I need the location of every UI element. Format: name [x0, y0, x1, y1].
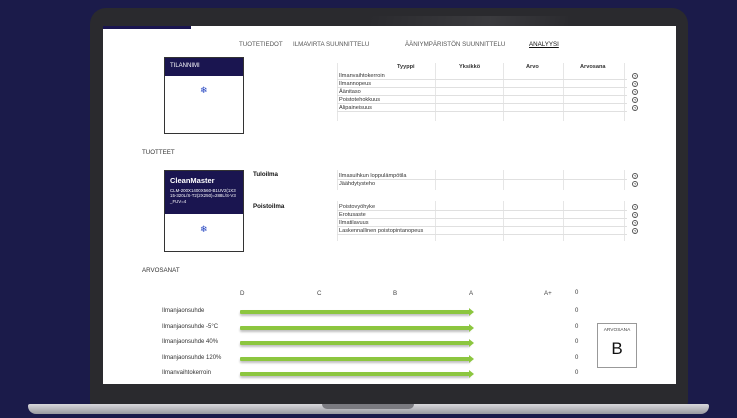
exhaust-air-label: Poistoilma: [253, 203, 285, 210]
table-row: Poistotehokkuus: [337, 96, 627, 104]
snowflake-icon: ❄: [200, 224, 208, 234]
exhaust-table: Poistovyöhyke Erotusaste Ilmatilavuus La…: [337, 201, 627, 241]
tab-acoustic-design[interactable]: ÄÄNIYMPÄRISTÖN SUUNNITTELU: [405, 41, 505, 48]
grade-bar-tip: [469, 339, 474, 347]
grade-row-score: 0: [575, 354, 579, 361]
laptop-notch: [322, 404, 414, 409]
room-card[interactable]: TILANNIMI ❄: [164, 57, 244, 134]
info-icon[interactable]: ?: [632, 212, 638, 218]
grade-bar: [240, 356, 470, 361]
col-unit: Yksikkö: [459, 64, 481, 70]
col-type: Tyyppi: [397, 64, 415, 70]
grade-scale-c: C: [317, 290, 322, 297]
grade-bar-tip: [469, 354, 474, 363]
grade-row-label: Ilmanjaonsuhde 120%: [162, 354, 222, 361]
room-table: Tyyppi Yksikkö Arvo Arvosana Ilmanvaihto…: [337, 63, 627, 121]
top-accent-bar: [103, 26, 191, 29]
info-icon[interactable]: ?: [632, 228, 638, 234]
grade-bar: [240, 341, 470, 345]
info-icon[interactable]: ?: [632, 181, 638, 187]
table-row: Äänitaso: [337, 88, 627, 96]
table-row: Ilmannopeus: [337, 80, 627, 88]
grade-scale-b: B: [393, 290, 398, 297]
grade-bar-tip: [469, 323, 474, 332]
main-nav: TUOTETIEDOT ILMAVIRTA SUUNNITTELU ÄÄNIYM…: [103, 41, 676, 53]
product-description: CLM-200X1400X560-B1UV2(1X315-320L/S-T2(2…: [170, 188, 236, 204]
grade-bar: [240, 310, 470, 314]
tab-product-info[interactable]: TUOTETIEDOT: [239, 41, 283, 48]
product-card-header: CleanMaster CLM-200X1400X560-B1UV2(1X315…: [165, 171, 243, 214]
grade-bar-tip: [469, 308, 474, 316]
grade-scale-score: 0: [575, 290, 579, 296]
col-grade: Arvosana: [580, 64, 606, 70]
table-row: Alipaineisuus: [337, 104, 627, 112]
info-icon[interactable]: ?: [632, 204, 638, 210]
overall-grade-box: ARVOSANA B: [597, 323, 637, 368]
overall-grade-label: ARVOSANA: [603, 328, 631, 333]
info-icon[interactable]: ?: [632, 105, 638, 111]
overall-grade-value: B: [611, 339, 623, 358]
grade-row-label: Ilmanjaonsuhde 40%: [162, 339, 219, 345]
room-card-title: TILANNIMI: [165, 58, 243, 76]
grade-row-score: 0: [575, 339, 579, 345]
grade-row-score: 0: [575, 308, 579, 314]
info-icon[interactable]: ?: [632, 81, 638, 87]
grade-bar: [240, 325, 470, 330]
grade-scale-aplus: A+: [544, 290, 552, 297]
info-icon[interactable]: ?: [632, 73, 638, 79]
table-row: Jäähdytysteho: [339, 181, 376, 187]
grade-row-score: 0: [575, 323, 579, 330]
grade-row-label: Ilmanjaonsuhde -5°C: [162, 323, 219, 330]
supply-table: Ilmasuihkun loppulämpötila Jäähdytysteho: [337, 170, 627, 190]
table-row: Ilmasuihkun loppulämpötila: [337, 172, 627, 180]
info-icon[interactable]: ?: [632, 89, 638, 95]
snowflake-icon: ❄: [200, 85, 208, 95]
grade-row-score: 0: [575, 370, 579, 376]
app-screen: TUOTETIEDOT ILMAVIRTA SUUNNITTELU ÄÄNIYM…: [103, 26, 676, 384]
supply-air-label: Tuloilma: [253, 171, 278, 178]
products-heading: TUOTTEET: [142, 149, 175, 156]
table-row: Laskennallinen poistopintanopeus: [337, 227, 627, 235]
product-name: CleanMaster: [170, 176, 215, 185]
product-card[interactable]: CleanMaster CLM-200X1400X560-B1UV2(1X315…: [164, 170, 244, 252]
grade-row-label: Ilmanjaonsuhde: [162, 308, 205, 314]
col-value: Arvo: [526, 64, 539, 70]
grades-heading: ARVOSANAT: [142, 267, 180, 274]
tab-analysis[interactable]: ANALYYSI: [529, 41, 559, 48]
info-icon[interactable]: ?: [632, 173, 638, 179]
grade-scale-d: D: [240, 290, 245, 297]
grade-bar-tip: [469, 370, 474, 378]
grade-scale-a: A: [469, 290, 474, 297]
info-icon[interactable]: ?: [632, 97, 638, 103]
tab-airflow-design[interactable]: ILMAVIRTA SUUNNITTELU: [293, 41, 369, 48]
table-row: Poistovyöhyke: [337, 203, 627, 211]
table-row: Ilmanvaihtokerroin: [337, 72, 627, 80]
info-icon[interactable]: ?: [632, 220, 638, 226]
table-row: Erotusaste: [337, 211, 627, 219]
grade-row-label: Ilmanvaihtokerroin: [162, 370, 212, 376]
grade-bar: [240, 372, 470, 376]
table-row: Ilmatilavuus: [337, 219, 627, 227]
